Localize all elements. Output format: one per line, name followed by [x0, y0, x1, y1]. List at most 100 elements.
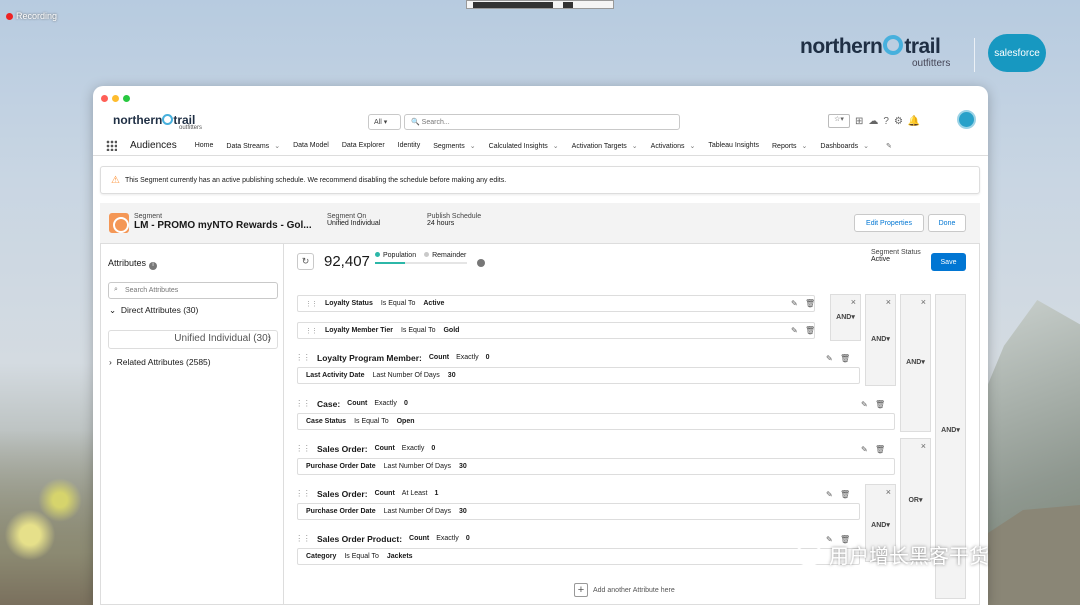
brand-subtitle: outfitters [912, 58, 951, 69]
edit-icon[interactable]: ✎ [861, 400, 868, 409]
unified-individual-item[interactable]: Unified Individual (30) › [108, 330, 278, 349]
direct-attributes-toggle[interactable]: ⌄ Direct Attributes (30) [109, 305, 198, 316]
condition-case-status[interactable]: Case Status Is Equal To Open [297, 413, 895, 430]
drag-handle-icon: ⋮⋮ [295, 443, 311, 453]
edit-properties-button[interactable]: Edit Properties [854, 214, 924, 232]
edit-icon[interactable]: ✎ [861, 445, 868, 454]
chevron-down-icon: ⌄ [689, 142, 696, 150]
population-count: 92,407 [324, 253, 370, 270]
drag-handle-icon: ⋮⋮ [305, 300, 318, 308]
global-header: northern trail outfitters All ▾ 🔍 Search..… [93, 106, 988, 136]
background-flowers [0, 430, 100, 605]
done-button[interactable]: Done [928, 214, 966, 232]
close-icon: × [920, 441, 926, 451]
add-attribute-button[interactable]: + Add another Attribute here [574, 583, 675, 597]
trailhead-icon[interactable]: ☁ [868, 116, 878, 127]
edit-icon[interactable]: ✎ [826, 354, 833, 363]
edit-icon[interactable]: ✎ [791, 299, 798, 308]
add-icon[interactable]: ⊞ [855, 116, 863, 127]
help-icon[interactable]: ? [883, 116, 889, 127]
avatar[interactable] [957, 110, 976, 129]
and-operator-2[interactable]: × AND▾ [865, 294, 896, 386]
and-operator-1[interactable]: × AND▾ [830, 294, 861, 341]
delete-icon[interactable]: 🗑 [875, 445, 885, 454]
app-logo[interactable]: northern trail outfitters [113, 113, 202, 131]
related-attributes-toggle[interactable]: › Related Attributes (2585) [109, 357, 211, 367]
bell-icon[interactable]: 🔔 [908, 116, 920, 127]
salesforce-logo: salesforce [988, 34, 1046, 72]
publish-schedule-field: Publish Schedule 24 hours [427, 213, 482, 227]
chevron-down-icon: ⌄ [801, 142, 808, 150]
search-scope-select[interactable]: All ▾ [368, 114, 401, 130]
search-attributes-input[interactable]: ⌕ Search Attributes [108, 282, 278, 299]
chevron-right-icon: › [267, 333, 271, 344]
drag-handle-icon: ⋮⋮ [295, 488, 311, 498]
gear-icon[interactable]: ⚙ [894, 116, 903, 127]
delete-icon[interactable]: 🗑 [805, 299, 815, 308]
close-icon: × [920, 297, 926, 307]
drag-handle-icon: ⋮⋮ [295, 398, 311, 408]
and-operator-3[interactable]: × AND▾ [900, 294, 931, 432]
chevron-right-icon: › [109, 357, 112, 367]
segment-icon [109, 213, 129, 233]
search-icon: ⌕ [114, 286, 118, 293]
rule-sales-order-product[interactable]: ⋮⋮ Sales Order Product: Count Exactly 0 [295, 533, 470, 544]
segment-header: Segment LM - PROMO myNTO Rewards - Gol..… [100, 203, 980, 243]
rule-loyalty-program-member[interactable]: ⋮⋮ Loyalty Program Member: Count Exactly 0 [295, 352, 490, 363]
nav-item-data-model[interactable]: Data Model [293, 142, 329, 149]
rule-case[interactable]: ⋮⋮ Case: Count Exactly 0 [295, 398, 408, 409]
nav-item-activation-targets[interactable]: Activation Targets ⌄ [572, 142, 638, 150]
edit-icon[interactable]: ✎ [791, 326, 798, 335]
segment-on-field: Segment On Unified Individual [327, 213, 381, 227]
rule-sales-order[interactable]: ⋮⋮ Sales Order: Count Exactly 0 [295, 443, 435, 454]
nav-item-segments[interactable]: Segments ⌄ [433, 142, 475, 150]
warning-icon: ⚠ [111, 174, 120, 186]
delete-icon[interactable]: 🗑 [805, 326, 815, 335]
chevron-down-icon: ⌄ [469, 142, 476, 150]
refresh-button[interactable]: ↻ [297, 253, 314, 270]
screen-share-strip [466, 0, 614, 9]
nav-item-dashboards[interactable]: Dashboards ⌄ [820, 142, 869, 150]
drag-handle-icon: ⋮⋮ [305, 327, 318, 335]
warning-banner: ⚠ This Segment currently has an active p… [100, 166, 980, 194]
minimize-window-button[interactable] [112, 95, 119, 102]
chevron-down-icon: ⌄ [109, 305, 117, 315]
save-button[interactable]: Save [931, 253, 966, 271]
delete-icon[interactable]: 🗑 [840, 490, 850, 499]
nav-item-identity[interactable]: Identity [398, 142, 421, 149]
attributes-panel: Attributes i ⌕ Search Attributes ⌄ Direct … [100, 243, 284, 605]
condition-category[interactable]: Category Is Equal To Jackets [297, 548, 860, 565]
nav-item-home[interactable]: Home [195, 142, 214, 149]
nav-item-activations[interactable]: Activations ⌄ [651, 142, 696, 150]
maximize-window-button[interactable] [123, 95, 130, 102]
close-window-button[interactable] [101, 95, 108, 102]
plus-icon: + [574, 583, 588, 597]
header-icons: ☆▾ ⊞ ☁ ? ⚙ 🔔 [828, 114, 920, 128]
global-search-input[interactable]: 🔍 Search... [404, 114, 680, 130]
nav-item-calculated-insights[interactable]: Calculated Insights ⌄ [489, 142, 559, 150]
nav-item-data-streams[interactable]: Data Streams ⌄ [226, 142, 280, 150]
wechat-icon [795, 543, 823, 566]
segment-label: Segment [134, 213, 163, 220]
rule-loyalty-status[interactable]: ⋮⋮ Loyalty Status Is Equal To Active [297, 295, 815, 312]
window-controls [101, 95, 130, 102]
favorites-icon[interactable]: ☆▾ [828, 114, 850, 128]
condition-last-activity-date[interactable]: Last Activity Date Last Number Of Days 30 [297, 367, 860, 384]
app-launcher-icon[interactable] [106, 140, 117, 151]
rule-loyalty-member-tier[interactable]: ⋮⋮ Loyalty Member Tier Is Equal To Gold [297, 322, 815, 339]
delete-icon[interactable]: 🗑 [840, 354, 850, 363]
nav-item-data-explorer[interactable]: Data Explorer [342, 142, 385, 149]
chevron-down-icon: ⌄ [631, 142, 638, 150]
drag-handle-icon: ⋮⋮ [295, 352, 311, 362]
edit-icon[interactable]: ✎ [826, 490, 833, 499]
attributes-title: Attributes i [108, 258, 158, 270]
nav-item-tableau-insights[interactable]: Tableau Insights [708, 142, 759, 149]
edit-nav-icon[interactable]: ✎ [886, 142, 892, 150]
delete-icon[interactable]: 🗑 [875, 400, 885, 409]
condition-purchase-order-date[interactable]: Purchase Order Date Last Number Of Days 30 [297, 503, 860, 520]
info-icon[interactable] [477, 259, 485, 267]
rule-sales-order-at-least[interactable]: ⋮⋮ Sales Order: Count At Least 1 [295, 488, 438, 499]
nav-item-reports[interactable]: Reports ⌄ [772, 142, 807, 150]
condition-purchase-order-date[interactable]: Purchase Order Date Last Number Of Days 30 [297, 458, 895, 475]
chevron-down-icon: ⌄ [552, 142, 559, 150]
